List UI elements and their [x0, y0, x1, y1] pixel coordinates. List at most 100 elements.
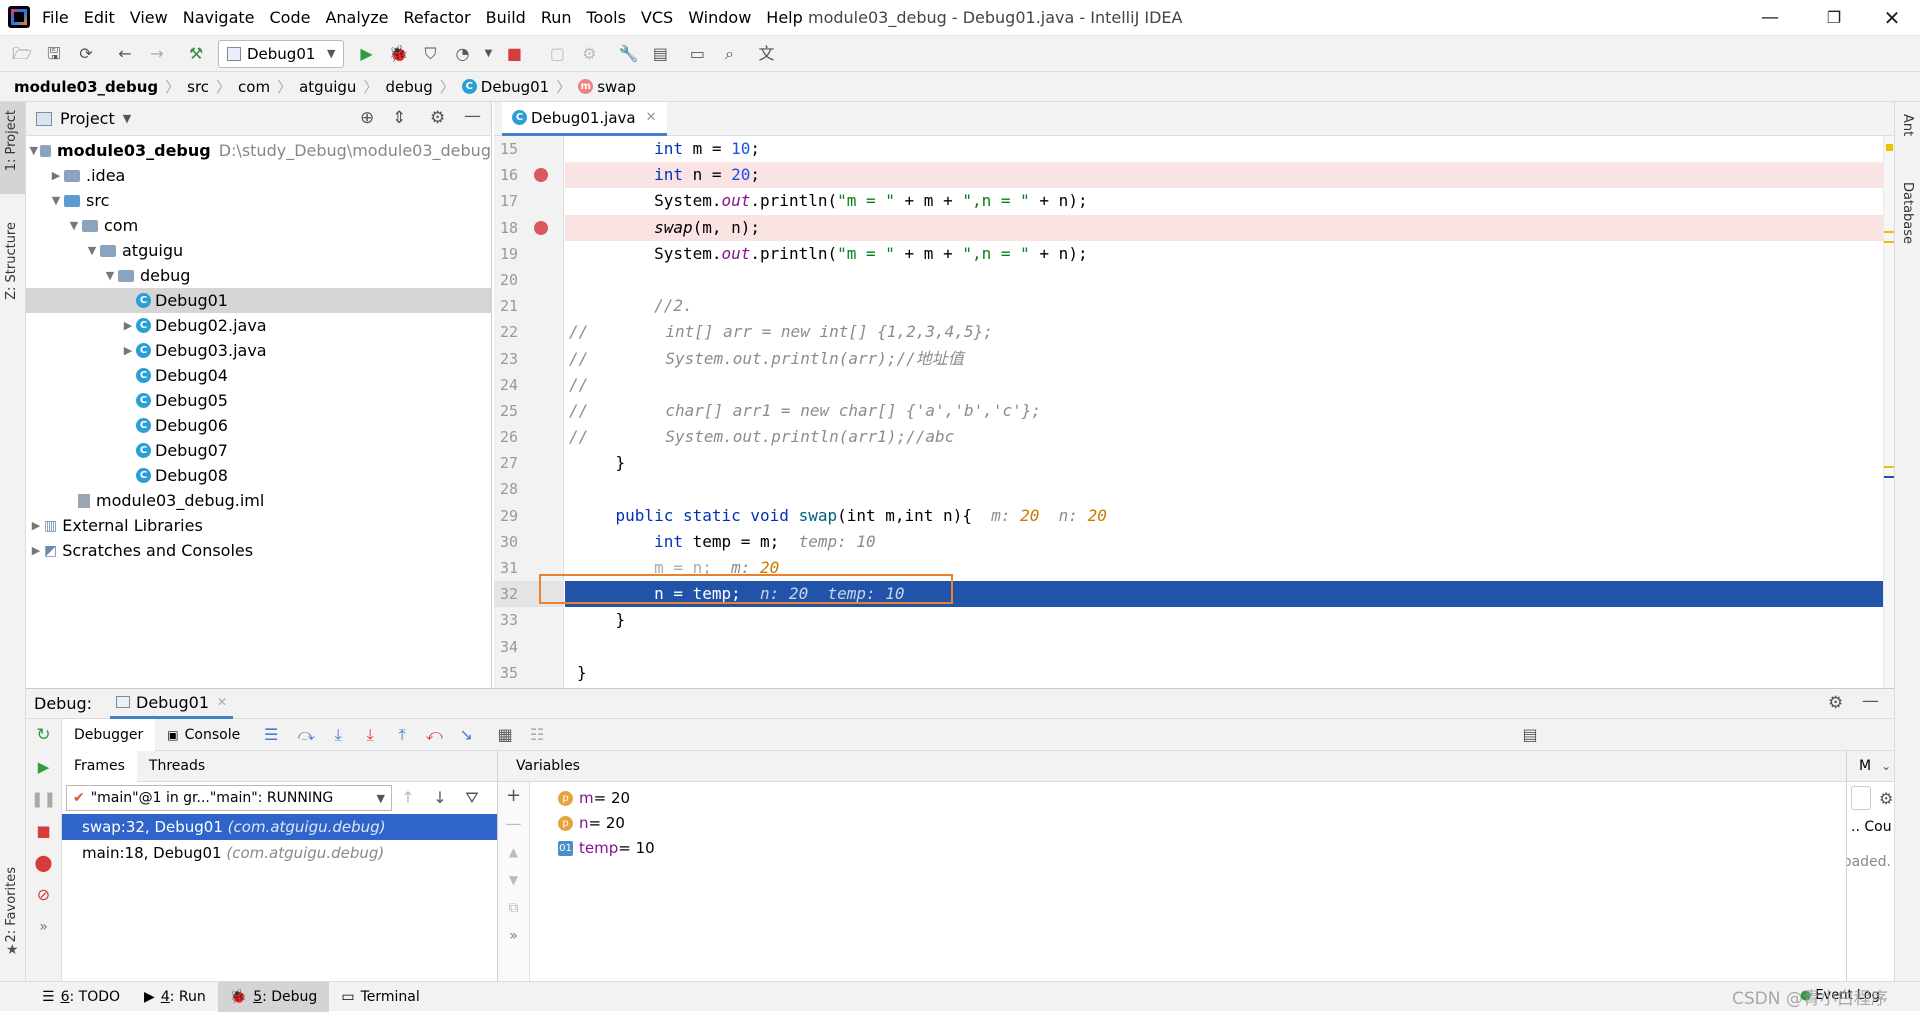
rerun-icon[interactable]: ⚙ — [576, 41, 602, 67]
sync-icon[interactable]: ⟳ — [73, 41, 99, 67]
debug-session-tab[interactable]: Debug01 ✕ — [110, 689, 234, 719]
tree-item-debug03[interactable]: ▶ C Debug03.java — [26, 338, 491, 363]
gear-icon[interactable]: ⚙ — [1879, 789, 1893, 808]
tool-tab-terminal[interactable]: ▭ Terminal — [329, 982, 431, 1012]
tree-item-atguigu[interactable]: ▼ atguigu — [26, 238, 491, 263]
variable-item[interactable]: 01 temp = 10 — [498, 836, 1846, 861]
duplicate-icon[interactable]: ⧉ — [498, 894, 529, 922]
editor-scrollbar[interactable] — [1883, 136, 1894, 688]
show-execution-point-icon[interactable]: ☰ — [258, 722, 284, 748]
tree-item-scratches[interactable]: ▶ ◩ Scratches and Consoles — [26, 538, 491, 563]
memory-search-input[interactable] — [1851, 786, 1871, 810]
gear-icon[interactable]: ⚙ — [430, 108, 445, 128]
mute-breakpoints-icon[interactable]: ⊘ — [26, 879, 61, 911]
collapsed-arrow-icon[interactable]: ▶ — [120, 344, 136, 357]
move-down-icon[interactable]: ▼ — [498, 866, 529, 894]
step-out-icon[interactable]: ⤒ — [389, 722, 415, 748]
collapsed-arrow-icon[interactable]: ▶ — [48, 169, 64, 182]
expanded-arrow-icon[interactable]: ▼ — [66, 219, 82, 232]
tab-console[interactable]: ▣ Console — [155, 719, 252, 751]
attach-icon[interactable]: ▢ — [544, 41, 570, 67]
stop-icon[interactable]: ■ — [26, 815, 61, 847]
collapse-all-icon[interactable]: ⇕ — [392, 108, 406, 128]
breakpoint-icon[interactable] — [534, 220, 548, 235]
tool-tab-run[interactable]: ▶ 4: Run — [132, 982, 218, 1012]
collapsed-arrow-icon[interactable]: ▶ — [28, 519, 44, 532]
tool-tab-debug[interactable]: 🐞 5: Debug — [217, 981, 330, 1012]
tree-item-debug06[interactable]: C Debug06 — [26, 413, 491, 438]
drop-frame-icon[interactable]: ⤺ — [421, 722, 447, 748]
profile-icon[interactable]: ◔ — [449, 41, 475, 67]
stop-icon[interactable]: ■ — [501, 41, 527, 67]
open-folder-icon[interactable]: 🗁 — [9, 41, 35, 67]
project-structure-icon[interactable]: ▤ — [647, 41, 673, 67]
hide-panel-icon[interactable]: — — [1862, 691, 1879, 711]
terminal-icon[interactable]: ▭ — [684, 41, 710, 67]
step-into-icon[interactable]: ⤓ — [325, 722, 351, 748]
variable-item[interactable]: pm = 20 — [498, 786, 1846, 811]
tree-item-external-libraries[interactable]: ▶ ▥ External Libraries — [26, 513, 491, 538]
project-panel-title[interactable]: Project — [60, 109, 115, 128]
move-up-icon[interactable]: ▲ — [498, 838, 529, 866]
project-tool-tab[interactable]: 1: Project — [0, 102, 25, 194]
tree-item-debug05[interactable]: C Debug05 — [26, 388, 491, 413]
expanded-arrow-icon[interactable]: ▼ — [102, 269, 118, 282]
line-number-gutter[interactable]: 15 16 17 18 19 20 21 22 23 24 25 26 27 2… — [494, 136, 564, 688]
forward-icon[interactable]: → — [144, 41, 170, 67]
tree-item-debug08[interactable]: C Debug08 — [26, 463, 491, 488]
run-to-cursor-icon[interactable]: ↘ — [453, 722, 479, 748]
resume-icon[interactable]: ▶ — [26, 751, 61, 783]
breadcrumb-atguigu[interactable]: atguigu — [299, 78, 356, 96]
menu-code[interactable]: Code — [270, 8, 311, 27]
more-icon[interactable]: » — [498, 922, 529, 950]
structure-tool-label[interactable]: Z: Structure — [4, 222, 19, 300]
tab-threads[interactable]: Threads — [137, 751, 217, 782]
breadcrumb-module[interactable]: module03_debug — [14, 78, 158, 96]
menu-edit[interactable]: Edit — [84, 8, 115, 27]
trace-icon[interactable]: ☷ — [524, 722, 550, 748]
back-icon[interactable]: ← — [112, 41, 138, 67]
step-over-icon[interactable]: ⤼ — [293, 722, 319, 748]
variable-item[interactable]: pn = 20 — [498, 811, 1846, 836]
collapsed-arrow-icon[interactable]: ▶ — [28, 544, 44, 557]
view-breakpoints-icon[interactable]: ⬤ — [26, 847, 61, 879]
tree-item-debug02[interactable]: ▶ C Debug02.java — [26, 313, 491, 338]
tree-item-iml[interactable]: module03_debug.iml — [26, 488, 491, 513]
expanded-arrow-icon[interactable]: ▼ — [28, 144, 40, 157]
force-step-into-icon[interactable]: ⤓ — [357, 722, 383, 748]
tree-item-idea[interactable]: ▶ .idea — [26, 163, 491, 188]
chevron-down-icon[interactable]: ▼ — [123, 112, 131, 125]
database-tool-label[interactable]: Database — [1900, 182, 1915, 244]
frame-down-icon[interactable]: ↓ — [427, 785, 453, 811]
tab-debugger[interactable]: Debugger — [62, 718, 156, 751]
tab-debug01-java[interactable]: C Debug01.java ✕ — [502, 102, 667, 136]
breadcrumb-class[interactable]: Debug01 — [481, 78, 549, 96]
layout-settings-icon[interactable]: ▤ — [1517, 722, 1543, 748]
minimize-icon[interactable]: — — [1750, 4, 1790, 32]
settings-wrench-icon[interactable]: 🔧 — [615, 41, 641, 67]
coverage-icon[interactable]: ⛉ — [417, 41, 443, 67]
ant-tool-label[interactable]: Ant — [1900, 114, 1915, 136]
run-icon[interactable]: ▶ — [353, 41, 379, 67]
breadcrumb-debug[interactable]: debug — [385, 78, 432, 96]
breakpoint-icon[interactable] — [534, 168, 548, 183]
menu-analyze[interactable]: Analyze — [325, 8, 388, 27]
hide-panel-icon[interactable]: — — [464, 106, 481, 126]
run-config-select[interactable]: Debug01 ▼ — [218, 39, 345, 68]
menu-vcs[interactable]: VCS — [641, 8, 673, 27]
tree-root[interactable]: ▼ module03_debug D:\study_Debug\module03_d… — [26, 138, 491, 163]
translate-icon[interactable]: 文 — [753, 41, 779, 67]
restore-icon[interactable]: ❐ — [1814, 4, 1854, 32]
menu-run[interactable]: Run — [541, 8, 572, 27]
frame-item[interactable]: swap:32, Debug01 (com.atguigu.debug) — [62, 814, 497, 840]
memory-tab-label[interactable]: M — [1859, 758, 1871, 774]
menu-tools[interactable]: Tools — [587, 8, 626, 27]
menu-refactor[interactable]: Refactor — [404, 8, 471, 27]
tree-item-debug07[interactable]: C Debug07 — [26, 438, 491, 463]
save-icon[interactable]: 🖫 — [41, 41, 67, 67]
breadcrumb-method[interactable]: swap — [597, 78, 636, 96]
close-tab-icon[interactable]: ✕ — [646, 110, 657, 125]
more-icon[interactable]: » — [26, 911, 61, 943]
search-icon[interactable]: ⌕ — [716, 41, 742, 67]
menu-help[interactable]: Help — [766, 8, 802, 27]
